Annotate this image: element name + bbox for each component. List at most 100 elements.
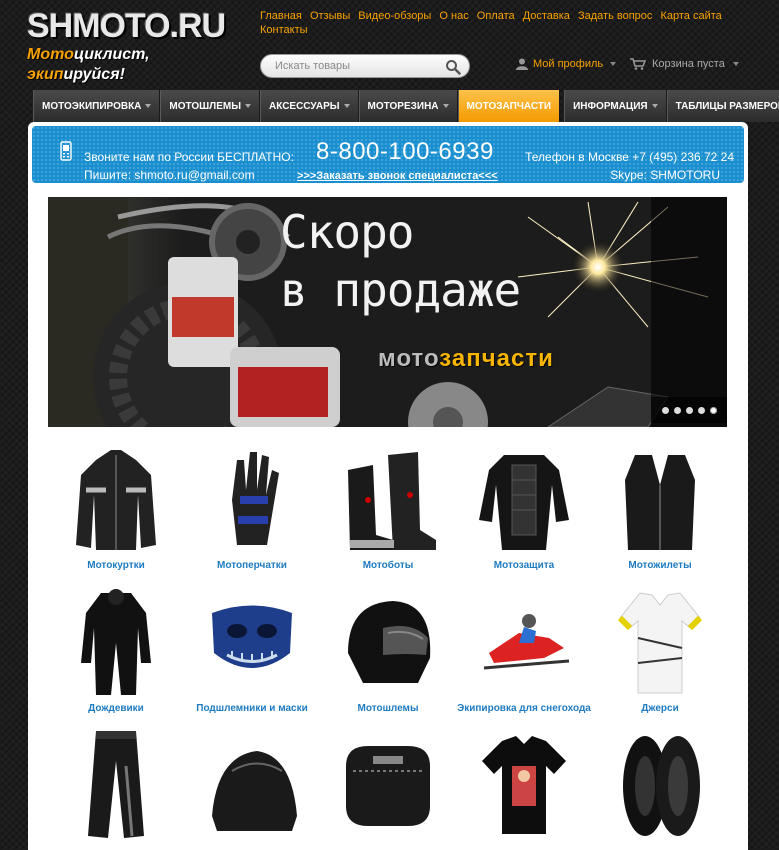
- promo-banner[interactable]: Скоро в продаже мотозапчасти: [48, 197, 727, 427]
- nav-item[interactable]: МОТОШЛЕМЫ: [160, 90, 260, 122]
- main-nav: МОТОЭКИПИРОВКА МОТОШЛЕМЫ АКСЕССУАРЫ МОТОРЕЗ…: [33, 90, 779, 122]
- category-item[interactable]: Дождевики: [48, 583, 184, 726]
- nav-item-label: МОТОШЛЕМЫ: [169, 100, 241, 112]
- nav-item-label: ИНФОРМАЦИЯ: [573, 100, 648, 112]
- nav-item[interactable]: ИНФОРМАЦИЯ: [564, 90, 667, 122]
- top-link[interactable]: Главная: [260, 10, 302, 22]
- site-logo[interactable]: SHMOTO.RU Мотоциклист, экипируйся!: [27, 7, 226, 83]
- chevron-down-icon: [610, 62, 617, 66]
- chevron-down-icon: [245, 104, 251, 108]
- top-link[interactable]: Задать вопрос: [578, 10, 652, 22]
- content-area: Звоните нам по России БЕСПЛАТНО: 8-800-1…: [28, 122, 748, 850]
- top-link[interactable]: Оплата: [477, 10, 515, 22]
- cart-label: Корзина пуста: [652, 58, 725, 70]
- moscow-phone: Телефон в Москве +7 (495) 236 72 24: [525, 150, 734, 164]
- chevron-down-icon: [651, 104, 658, 108]
- banner-title: Скоро в продаже: [280, 205, 521, 317]
- top-links: Главная Отзывы Видео-обзоры О нас Оплата…: [260, 9, 730, 37]
- pants-icon: [88, 731, 144, 838]
- nav-item-label: МОТОЭКИПИРОВКА: [42, 100, 142, 112]
- nav-item[interactable]: ТАБЛИЦЫ РАЗМЕРОВ: [666, 90, 779, 122]
- category-label: Мотошлемы: [357, 703, 419, 714]
- nav-item[interactable]: МОТОРЕЗИНА: [358, 90, 458, 122]
- top-link[interactable]: Отзывы: [310, 10, 350, 22]
- free-phone-number: 8-800-100-6939: [316, 138, 494, 165]
- contact-bar: Звоните нам по России БЕСПЛАТНО: 8-800-1…: [32, 126, 744, 183]
- top-link[interactable]: О нас: [439, 10, 468, 22]
- category-label: Дождевики: [88, 703, 144, 714]
- category-item[interactable]: Мотоботы: [320, 440, 456, 583]
- jacket-icon: [76, 450, 156, 550]
- slider-dot[interactable]: [709, 406, 717, 414]
- chevron-down-icon: [145, 104, 152, 108]
- boots-icon: [348, 452, 436, 550]
- slider-pagination: [651, 397, 727, 423]
- raincoat-icon: [81, 589, 151, 695]
- category-item[interactable]: Джерси: [592, 583, 728, 726]
- top-link[interactable]: Контакты: [260, 24, 308, 36]
- category-label: Мотозащита: [493, 560, 555, 571]
- category-label: Джерси: [641, 703, 679, 714]
- user-icon: [516, 58, 528, 70]
- nav-item[interactable]: МОТОЭКИПИРОВКА: [33, 90, 161, 122]
- slider-dot[interactable]: [673, 406, 681, 414]
- nav-item[interactable]: МОТОЗАПЧАСТИ: [457, 90, 561, 122]
- category-label: Экипировка для снегохода: [457, 703, 591, 714]
- profile-menu[interactable]: Мой профиль: [516, 58, 617, 70]
- profile-label: Мой профиль: [533, 58, 604, 70]
- mobile-phone-icon: [60, 141, 72, 161]
- logo-main-text: SHMOTO.RU: [27, 7, 226, 45]
- tires-icon: [623, 736, 700, 836]
- chevron-down-icon: [442, 104, 449, 108]
- category-item[interactable]: [48, 726, 184, 850]
- cart-menu[interactable]: Корзина пуста: [630, 58, 739, 70]
- category-label: Мотокуртки: [87, 560, 145, 571]
- order-call-link[interactable]: >>>Заказать звонок специалиста<<<: [297, 170, 498, 182]
- category-item[interactable]: Экипировка для снегохода: [456, 583, 592, 726]
- slider-dot[interactable]: [697, 406, 705, 414]
- glove-icon: [232, 452, 279, 545]
- tshirt-icon: [482, 736, 566, 834]
- nav-item[interactable]: АКСЕССУАРЫ: [260, 90, 359, 122]
- chevron-down-icon: [343, 104, 350, 108]
- top-link[interactable]: Карта сайта: [660, 10, 721, 22]
- category-label: Мотоботы: [362, 560, 414, 571]
- nav-item-label: МОТОРЕЗИНА: [367, 100, 439, 112]
- armor-icon: [479, 455, 569, 550]
- mask-icon: [212, 605, 292, 668]
- cart-icon: [630, 58, 646, 70]
- free-call-text: Звоните нам по России БЕСПЛАТНО:: [84, 150, 294, 164]
- category-item[interactable]: [592, 726, 728, 850]
- category-label: Мотоперчатки: [217, 560, 287, 571]
- email-text: Пишите: shmoto.ru@gmail.com: [84, 168, 255, 182]
- helmet-icon: [348, 601, 431, 683]
- search-icon[interactable]: [445, 59, 461, 75]
- chevron-down-icon: [732, 62, 739, 66]
- category-item[interactable]: [456, 726, 592, 850]
- slider-dot[interactable]: [661, 406, 669, 414]
- top-link[interactable]: Видео-обзоры: [358, 10, 431, 22]
- slider-dot[interactable]: [685, 406, 693, 414]
- nav-item-label: АКСЕССУАРЫ: [269, 100, 340, 112]
- category-item[interactable]: Мотокуртки: [48, 440, 184, 583]
- category-item[interactable]: [320, 726, 456, 850]
- nav-item-label: МОТОЗАПЧАСТИ: [466, 100, 552, 112]
- banner-subtitle: мотозапчасти: [378, 345, 554, 372]
- vest-icon: [625, 455, 695, 550]
- nav-item-label: ТАБЛИЦЫ РАЗМЕРОВ: [675, 100, 779, 112]
- category-item[interactable]: Подшлемники и маски: [184, 583, 320, 726]
- search-input[interactable]: [261, 55, 431, 77]
- category-item[interactable]: Мотоперчатки: [184, 440, 320, 583]
- top-link[interactable]: Доставка: [523, 10, 570, 22]
- cover-icon: [212, 751, 297, 831]
- search-box: [260, 54, 470, 78]
- category-item[interactable]: Мотожилеты: [592, 440, 728, 583]
- skype-contact: Skype: SHMOTORU: [610, 168, 720, 182]
- category-item[interactable]: Мотошлемы: [320, 583, 456, 726]
- category-item[interactable]: Мотозащита: [456, 440, 592, 583]
- category-label: Мотожилеты: [628, 560, 692, 571]
- logo-slogan: Мотоциклист, экипируйся!: [27, 46, 150, 83]
- category-label: Подшлемники и маски: [196, 703, 308, 714]
- category-item[interactable]: [184, 726, 320, 850]
- bag-icon: [346, 746, 430, 826]
